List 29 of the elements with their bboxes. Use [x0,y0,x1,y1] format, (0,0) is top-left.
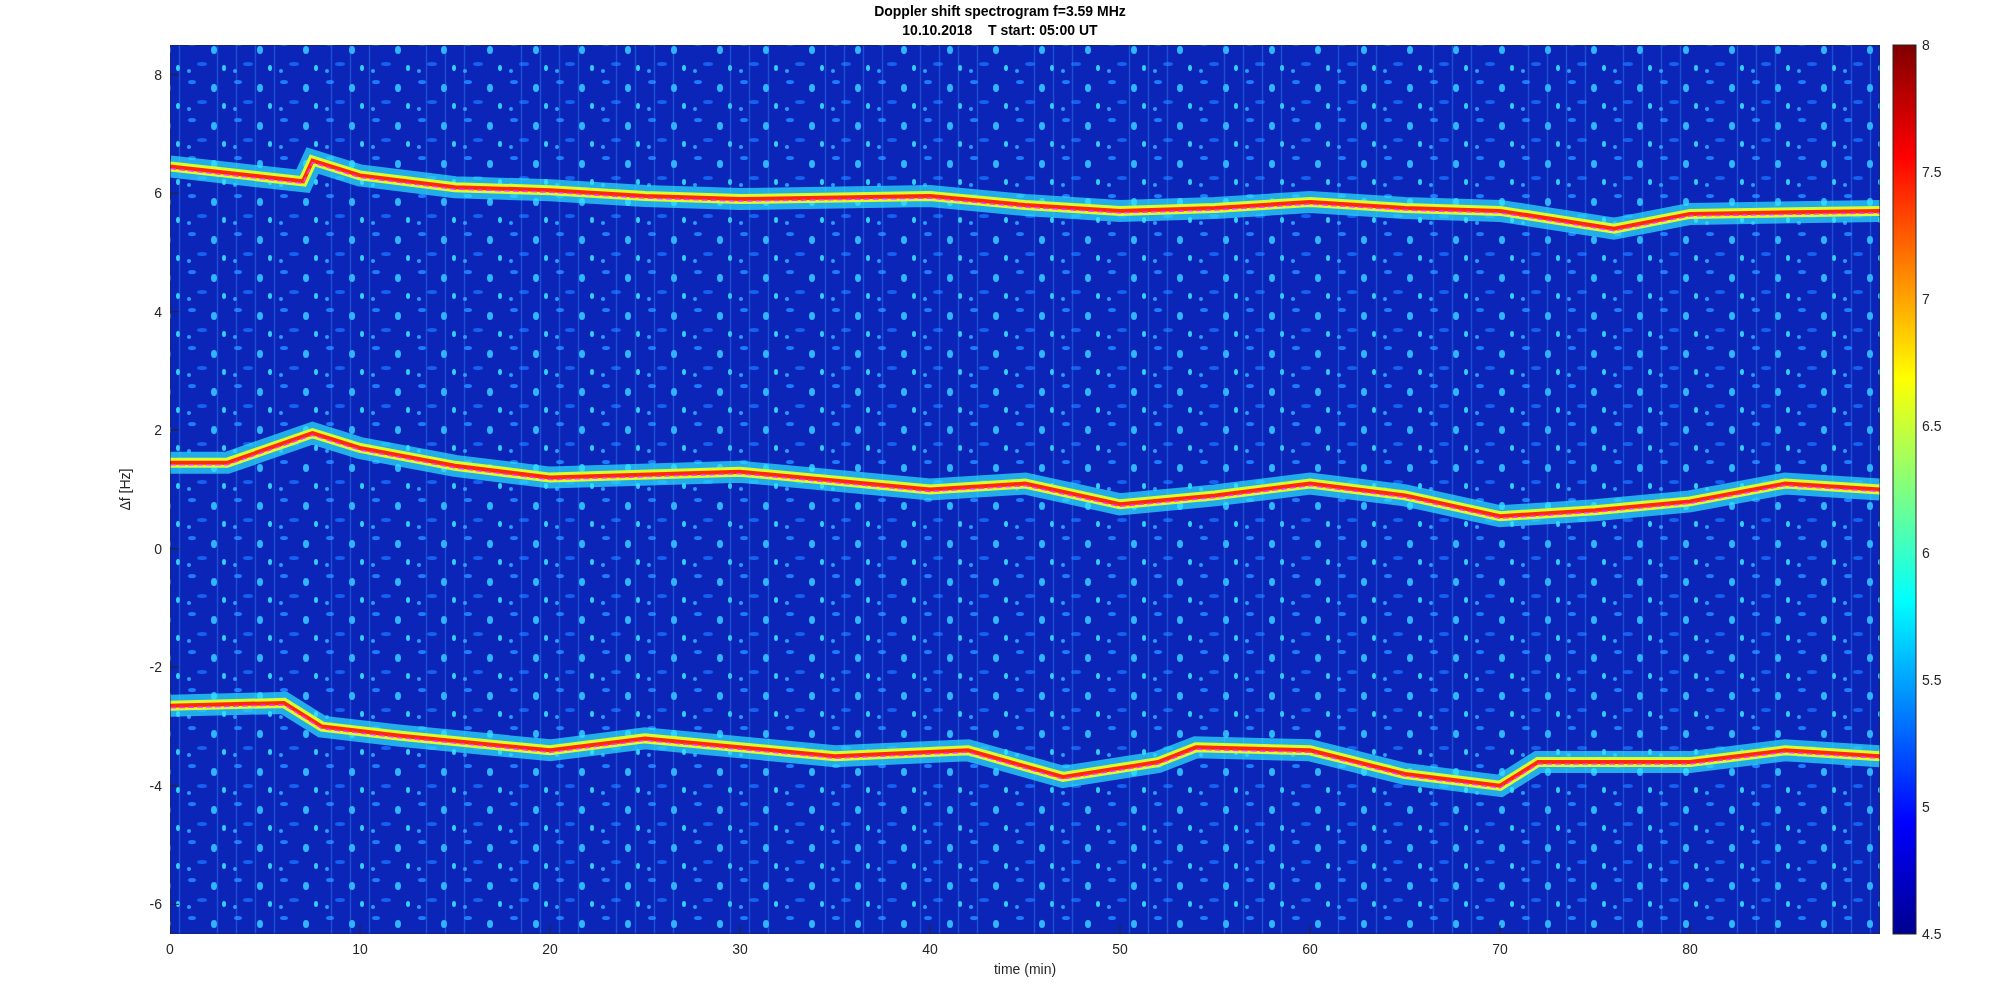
y-tick-label: 8 [154,66,162,83]
x-axis-label: time (min) [993,961,1057,977]
y-tick-label: -2 [149,659,162,676]
colorbar-tick-label: 4.5 [1922,926,1942,942]
y-tick-label: -6 [149,896,162,913]
y-tick-label: 2 [154,422,162,439]
y-tick-label: 4 [154,303,162,320]
x-tick-label: 80 [1682,941,1698,957]
y-tick-label: -4 [149,777,162,794]
colorbar-tick-label: 6.5 [1922,418,1942,434]
colorbar-tick-label: 7.5 [1922,164,1942,180]
chart-title: Doppler shift spectrogram f=3.59 MHz [874,3,1126,19]
colorbar-tick-label: 6 [1922,545,1930,561]
colorbar-tick-label: 8 [1922,37,1930,53]
x-tick-label: 20 [542,941,558,957]
colorbar-tick-label: 5.5 [1922,672,1942,688]
colorbar-tick-label: 7 [1922,291,1930,307]
x-tick-label: 40 [922,941,938,957]
chart-subtitle: 10.10.2018 T start: 05:00 UT [902,22,1098,38]
x-tick-label: 70 [1492,941,1508,957]
x-tick-label: 30 [732,941,748,957]
y-axis-label: Δf [Hz] [117,468,133,511]
y-tick-label: 0 [154,540,162,557]
x-tick-label: 60 [1302,941,1318,957]
y-tick-label: 6 [154,185,162,202]
x-tick-label: 10 [352,941,368,957]
x-tick-label: 0 [166,941,174,957]
x-tick-label: 50 [1112,941,1128,957]
colorbar-tick-label: 5 [1922,799,1930,815]
